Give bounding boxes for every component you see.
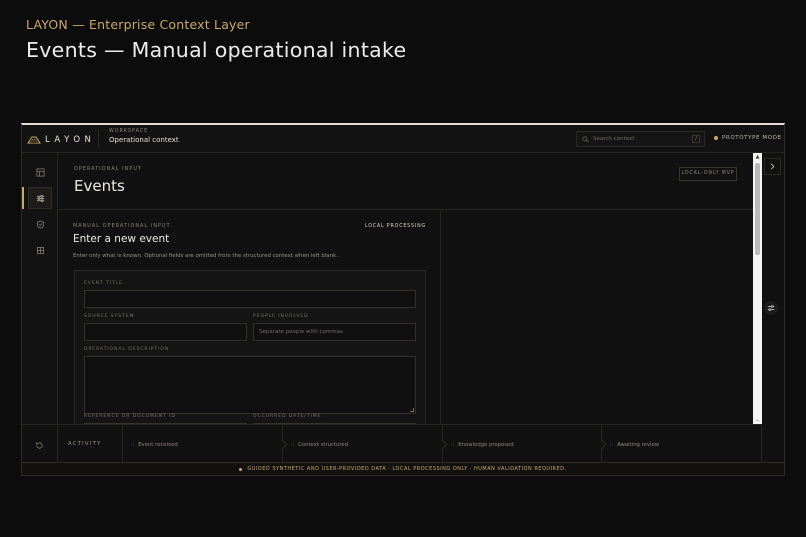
activity-step-label: Event received xyxy=(138,442,178,448)
nav-events[interactable] xyxy=(28,187,52,209)
header-eyebrow: OPERATIONAL INPUT xyxy=(74,167,142,172)
scroll-thumb[interactable] xyxy=(755,163,760,255)
layon-logo-icon xyxy=(27,136,41,143)
form-eyebrow: MANUAL OPERATIONAL INPUT xyxy=(73,224,171,229)
operational-description-label: OPERATIONAL DESCRIPTION xyxy=(84,347,170,352)
grip-icon: ∷ xyxy=(291,442,294,448)
section-title: Events xyxy=(74,177,125,195)
form-fields-panel: EVENT TITLE SOURCE SYSTEM PEOPLE INVOLVE… xyxy=(74,270,426,424)
workspace-label: WORKSPACE xyxy=(109,129,149,134)
status-dot-icon xyxy=(714,136,718,140)
activity-step[interactable]: ∷ Context structured xyxy=(283,425,448,465)
filter-icon xyxy=(767,305,775,311)
operational-description-field[interactable] xyxy=(84,356,416,414)
search-shortcut: / xyxy=(692,135,700,143)
source-system-label: SOURCE SYSTEM xyxy=(84,314,135,319)
layout-icon xyxy=(36,168,44,176)
left-nav-rail xyxy=(22,153,58,424)
activity-step-label: Awaiting review xyxy=(617,442,660,448)
search-placeholder: Search context xyxy=(593,136,635,142)
event-intake-form: MANUAL OPERATIONAL INPUT LOCAL PROCESSIN… xyxy=(59,211,441,424)
reference-id-label: REFERENCE OR DOCUMENT ID xyxy=(84,414,176,419)
filter-button[interactable] xyxy=(764,301,778,315)
activity-label: ACTIVITY xyxy=(59,425,123,465)
activity-step-label: Knowledge proposed xyxy=(458,442,514,448)
occurred-datetime-label: OCCURRED DATE/TIME xyxy=(253,414,322,419)
data-notice-text: GUIDED SYNTHETIC AND USER-PROVIDED DATA … xyxy=(247,466,567,472)
source-system-field[interactable] xyxy=(84,323,247,341)
local-processing-label: LOCAL PROCESSING xyxy=(364,224,426,229)
history-button[interactable] xyxy=(22,425,58,465)
prototype-mode-label: PROTOTYPE MODE xyxy=(722,135,782,141)
expand-panel-button[interactable] xyxy=(764,158,781,175)
activity-step[interactable]: ∷ Knowledge proposed xyxy=(443,425,607,465)
nav-active-indicator xyxy=(22,187,24,209)
logo[interactable]: LAYON xyxy=(27,131,97,148)
scrollbar[interactable]: ▲ ⌄ xyxy=(753,153,762,424)
page-title: Events — Manual operational intake xyxy=(26,38,407,62)
grid-icon xyxy=(36,246,44,254)
app-frame: LAYON WORKSPACE Operational context Sear… xyxy=(21,123,785,476)
event-title-field[interactable] xyxy=(84,290,416,308)
grip-icon: ∷ xyxy=(610,442,613,448)
logo-text: LAYON xyxy=(45,134,96,145)
sliders-icon xyxy=(36,194,44,202)
workspace-name: Operational context xyxy=(109,136,179,144)
search-icon xyxy=(582,136,589,143)
grip-icon: ∷ xyxy=(451,442,454,448)
chevron-right-icon xyxy=(770,163,775,170)
grip-icon: ∷ xyxy=(131,442,134,448)
history-icon xyxy=(36,441,43,449)
nav-knowledge[interactable] xyxy=(28,239,52,261)
workspace-switcher[interactable]: WORKSPACE Operational context xyxy=(109,129,179,144)
form-title: Enter a new event xyxy=(73,233,170,245)
activity-step-label: Context structured xyxy=(298,442,349,448)
event-title-label: EVENT TITLE xyxy=(84,281,123,286)
data-notice-bar: GUIDED SYNTHETIC AND USER-PROVIDED DATA … xyxy=(22,462,784,475)
people-involved-field[interactable]: Separate people with commas xyxy=(253,323,416,341)
resize-handle[interactable] xyxy=(410,408,414,412)
nav-overview[interactable] xyxy=(28,161,52,183)
people-involved-label: PEOPLE INVOLVED xyxy=(253,314,309,319)
shield-icon xyxy=(36,220,44,228)
scroll-up-arrow[interactable]: ▲ xyxy=(754,154,761,160)
local-only-badge: LOCAL-ONLY MVP xyxy=(679,167,737,181)
form-description: Enter only what is known. Optional field… xyxy=(73,253,338,259)
search-input[interactable]: Search context / xyxy=(576,131,705,147)
activity-step[interactable]: ∷ Event received xyxy=(123,425,288,465)
status-dot-icon xyxy=(239,467,243,471)
nav-validation[interactable] xyxy=(28,213,52,235)
top-bar: LAYON WORKSPACE Operational context Sear… xyxy=(22,125,784,153)
scroll-down-arrow[interactable]: ⌄ xyxy=(754,417,761,423)
activity-step[interactable]: ∷ Awaiting review xyxy=(602,425,762,465)
activity-bar: ACTIVITY ∷ Event received ∷ Context stru… xyxy=(22,424,762,465)
content-header: OPERATIONAL INPUT Events LOCAL-ONLY MVP xyxy=(59,153,754,210)
divider xyxy=(98,129,99,148)
page-eyebrow: LAYON — Enterprise Context Layer xyxy=(26,17,250,32)
prototype-mode-indicator: PROTOTYPE MODE xyxy=(714,135,782,141)
